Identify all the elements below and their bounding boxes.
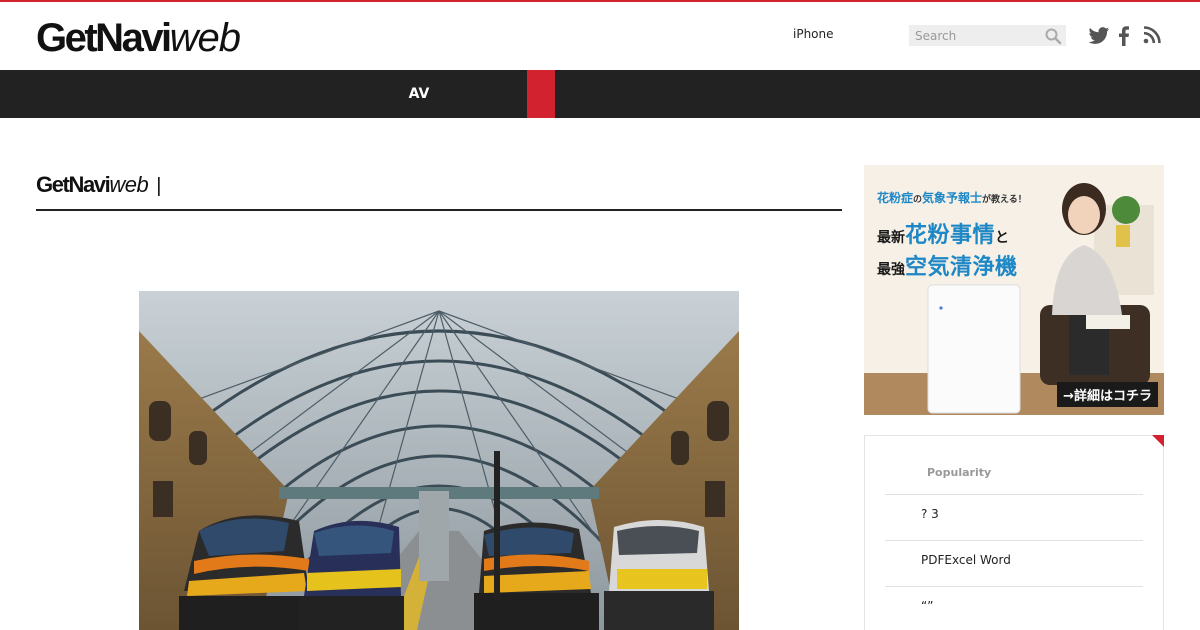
search-icon[interactable] [1044, 27, 1062, 45]
nav-accent-block [527, 70, 555, 118]
search-box [909, 25, 1066, 47]
main-nav: AV [0, 70, 1200, 118]
ad-cta-button[interactable]: →詳細はコチラ [1057, 382, 1158, 407]
popularity-title: Popularity [927, 466, 992, 479]
section-heading: GetNaviweb | [36, 170, 842, 211]
popularity-corner-accent [1152, 435, 1164, 447]
ad-text-teaches: が教える！ [982, 195, 1027, 205]
header-link-iphone[interactable]: iPhone [793, 27, 834, 41]
list-item[interactable]: “” [885, 586, 1143, 630]
ad-headline-small: 花粉症の気象予報士が教える！ [877, 189, 1027, 206]
nav-item-av[interactable]: AV [396, 70, 442, 118]
site-header: GetNaviweb iPhone [0, 2, 1200, 70]
ad-row1-tail: と [995, 230, 1010, 246]
ad-headline-row2: 最強空気清浄機 [877, 249, 1018, 281]
list-item-label: PDFExcel Word [921, 553, 1011, 567]
hero-image-train-station[interactable] [139, 291, 739, 630]
section-logo-bold: GetNavi [36, 172, 111, 197]
ad-row1-lead: 最新 [877, 230, 905, 246]
ad-row2-lead: 最強 [877, 262, 905, 278]
list-item[interactable]: PDFExcel Word [885, 540, 1143, 586]
ad-banner-air-purifier[interactable]: 花粉症の気象予報士が教える！ 最新花粉事情と 最強空気清浄機 →詳細はコチラ [864, 165, 1164, 415]
twitter-icon[interactable] [1088, 26, 1110, 46]
section-separator: | [156, 175, 162, 197]
facebook-icon[interactable] [1118, 26, 1138, 46]
rss-icon[interactable] [1143, 26, 1163, 46]
list-item-label: “” [921, 599, 934, 613]
ad-row2-big: 空気清浄機 [905, 255, 1018, 280]
section-logo: GetNaviweb | [36, 172, 161, 198]
site-logo[interactable]: GetNaviweb [36, 16, 241, 60]
ad-headline-row1: 最新花粉事情と [877, 217, 1009, 249]
ad-text-no: の [913, 195, 923, 205]
list-item-label: ? 3 [921, 507, 939, 521]
ad-text-forecaster: 気象予報士 [922, 191, 983, 205]
popularity-widget: Popularity ? 3 PDFExcel Word “” [864, 435, 1164, 630]
list-item[interactable]: ? 3 [885, 494, 1143, 540]
logo-light-text: web [169, 16, 241, 60]
section-logo-light: web [109, 172, 149, 197]
logo-bold-text: GetNavi [36, 16, 172, 60]
search-input[interactable] [909, 25, 1039, 47]
ad-text-hayfever: 花粉症 [877, 191, 914, 205]
ad-row1-big: 花粉事情 [905, 223, 996, 248]
